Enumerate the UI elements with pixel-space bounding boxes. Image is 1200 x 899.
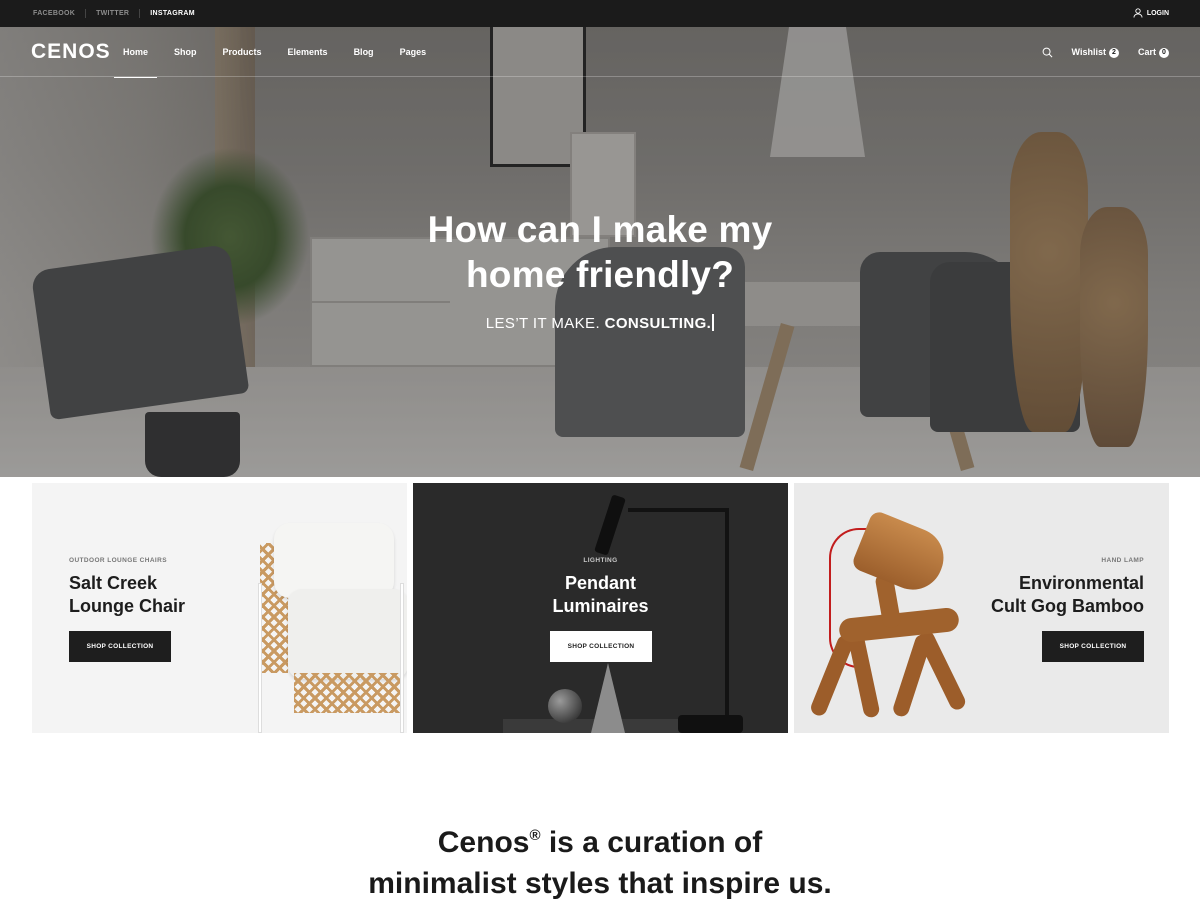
card-title-line2: Luminaires [552, 596, 649, 616]
shop-collection-button[interactable]: SHOP COLLECTION [550, 631, 652, 662]
tagline-line2: minimalist styles that inspire us. [368, 867, 832, 899]
nav-item-elements[interactable]: Elements [279, 27, 337, 77]
brand-tagline: Cenos® is a curation of minimalist style… [0, 815, 1200, 899]
cart-count-badge: 0 [1159, 47, 1169, 58]
hero-subheading: LES’T IT MAKE. CONSULTING. [0, 314, 1200, 332]
login-label: LOGIN [1146, 10, 1169, 17]
nav-item-home[interactable]: Home [114, 27, 158, 78]
nav-item-products[interactable]: Products [214, 27, 271, 77]
site-logo[interactable]: CENOS [31, 40, 111, 64]
collection-card-hand-lamp[interactable]: HAND LAMP Environmental Cult Gog Bamboo S… [794, 483, 1169, 733]
card-title: Pendant Luminaires [413, 572, 788, 618]
nav-item-blog[interactable]: Blog [345, 27, 383, 77]
lamp-arm [628, 508, 728, 512]
card-title-line2: Cult Gog Bamboo [991, 596, 1144, 616]
chair-weave [294, 673, 404, 713]
wishlist-label: Wishlist [1071, 46, 1106, 57]
chair-cushion-back [274, 523, 394, 598]
card-title: Salt Creek Lounge Chair [69, 572, 185, 618]
wishlist-link[interactable]: Wishlist 2 [1072, 47, 1119, 58]
chair-leg [258, 583, 262, 733]
dog-leg [847, 632, 881, 719]
card-title: Environmental Cult Gog Bamboo [991, 572, 1144, 618]
card-title-line1: Salt Creek [69, 573, 158, 593]
nav-item-shop[interactable]: Shop [165, 27, 206, 77]
tagline-brand: Cenos [437, 826, 530, 859]
typing-caret [712, 314, 715, 331]
tagline-line1: is a curation of [540, 826, 763, 859]
card-kicker: HAND LAMP [1101, 557, 1144, 564]
dog-leg [916, 628, 968, 713]
hero-sub-typed: CONSULTING. [604, 315, 712, 332]
user-icon [1133, 7, 1143, 20]
hero-banner: How can I make my home friendly? LES’T I… [0, 27, 1200, 477]
shop-collection-button[interactable]: SHOP COLLECTION [1042, 631, 1144, 662]
hero-heading-line1: How can I make my [427, 209, 773, 250]
card-title-line2: Lounge Chair [69, 596, 185, 616]
nav-menu: Home Shop Products Elements Blog Pages [114, 27, 443, 78]
cart-link[interactable]: Cart 0 [1138, 47, 1169, 58]
lamp-base [678, 715, 743, 733]
nav-item-pages[interactable]: Pages [391, 27, 436, 77]
chair-leg [400, 583, 404, 733]
wishlist-count-badge: 2 [1108, 47, 1119, 58]
registered-mark: ® [529, 827, 541, 844]
top-bar: FACEBOOK TWITTER INSTAGRAM LOGIN [0, 0, 1200, 27]
instagram-link[interactable]: INSTAGRAM [139, 9, 205, 18]
card-kicker: OUTDOOR LOUNGE CHAIRS [69, 557, 167, 564]
hero-heading-line2: home friendly? [466, 254, 734, 295]
decor-cone [591, 663, 625, 733]
collection-card-pendant-luminaires[interactable]: LIGHTING Pendant Luminaires SHOP COLLECTI… [413, 483, 788, 733]
hero-text: How can I make my home friendly? LES’T I… [0, 207, 1200, 332]
hero-sub-prefix: LES’T IT MAKE. [485, 315, 601, 332]
nav-actions: Wishlist 2 Cart 0 [1042, 27, 1169, 77]
hero-heading: How can I make my home friendly? [0, 207, 1200, 297]
lamp-head [594, 494, 626, 556]
twitter-link[interactable]: TWITTER [85, 9, 139, 18]
search-icon[interactable] [1042, 47, 1053, 58]
decor-sphere [548, 689, 582, 723]
social-links: FACEBOOK TWITTER INSTAGRAM [33, 0, 205, 27]
card-kicker: LIGHTING [583, 557, 618, 564]
collection-card-lounge-chair[interactable]: OUTDOOR LOUNGE CHAIRS Salt Creek Lounge C… [32, 483, 407, 733]
card-title-line1: Environmental [1018, 573, 1144, 593]
facebook-link[interactable]: FACEBOOK [33, 9, 85, 18]
shop-collection-button[interactable]: SHOP COLLECTION [69, 631, 171, 662]
card-title-line1: Pendant [564, 573, 636, 593]
main-navigation: CENOS Home Shop Products Elements Blog P… [0, 27, 1200, 78]
cart-label: Cart [1137, 46, 1156, 57]
chair-cushion-seat [288, 589, 407, 679]
lounge-chair-image [254, 523, 407, 733]
login-link[interactable]: LOGIN [1133, 0, 1169, 27]
